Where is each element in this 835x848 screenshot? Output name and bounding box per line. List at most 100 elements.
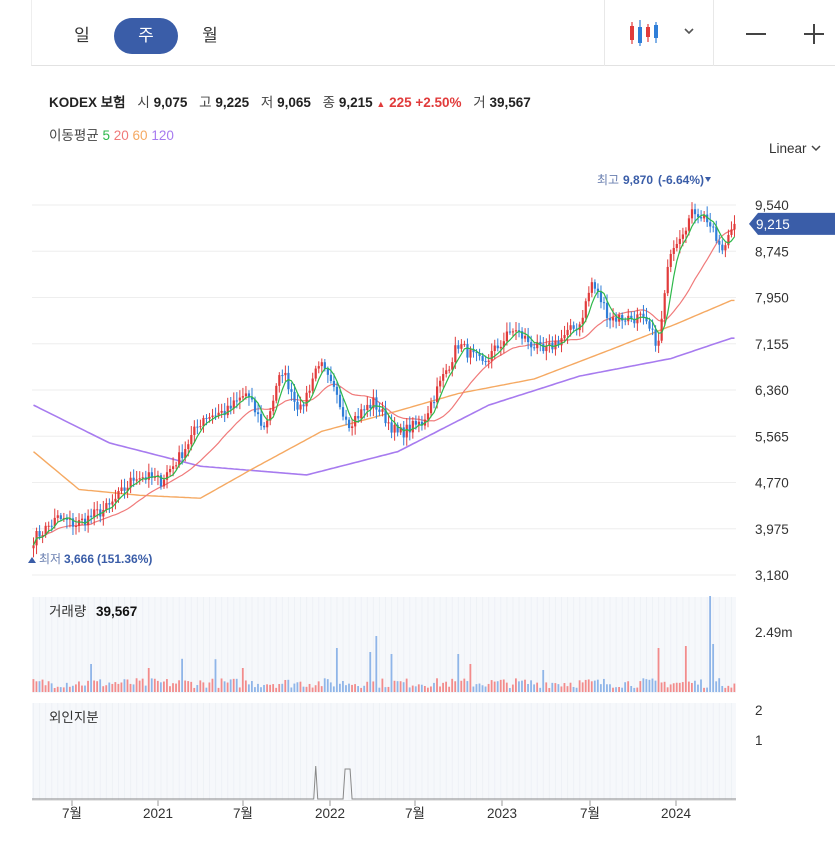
- volume-bar: [533, 684, 536, 692]
- volume-bar: [81, 685, 83, 692]
- candle-body: [199, 426, 202, 428]
- volume-bar: [621, 687, 624, 692]
- volume-bar: [269, 684, 272, 692]
- volume-bar: [603, 678, 605, 692]
- max-arrow-icon: [705, 177, 711, 182]
- volume-bar: [724, 687, 727, 692]
- ma-120: 120: [151, 128, 174, 143]
- ma60-path: [33, 299, 735, 499]
- scale-select[interactable]: Linear: [769, 141, 822, 156]
- candle-body: [59, 515, 62, 519]
- x-tick-label: 7월: [580, 806, 600, 821]
- volume-bar: [117, 683, 120, 692]
- volume-bar: [208, 682, 211, 692]
- candle-body: [357, 415, 360, 419]
- volume-bar: [381, 678, 384, 692]
- moving-average-legend[interactable]: 이동평균 5 20 60 120: [49, 124, 174, 144]
- annotations: 9,215 최고 9,870 (-6.64%) 최저 3,666 (151.36%): [28, 173, 835, 566]
- candle-body: [733, 223, 736, 230]
- volume-bar: [551, 682, 554, 692]
- volume-bar: [241, 668, 244, 692]
- candle-body: [627, 315, 630, 322]
- ma-label: 이동평균: [49, 128, 99, 143]
- volume-bar: [56, 686, 59, 692]
- candle-body: [612, 317, 615, 321]
- ma5-line: [32, 214, 735, 546]
- y-tick-label: 7,155: [755, 337, 789, 352]
- volume-bar: [369, 652, 372, 692]
- candle-body: [308, 390, 311, 393]
- volume-bar: [281, 683, 284, 692]
- volume-bar: [593, 680, 596, 692]
- candle-chart-type-button[interactable]: [624, 16, 714, 52]
- candle-body: [211, 415, 214, 418]
- zoom-out-icon[interactable]: [744, 22, 768, 46]
- volume-bar: [408, 687, 411, 692]
- volume-bar: [211, 678, 214, 692]
- volume-bar: [596, 679, 599, 692]
- volume-bar: [323, 678, 326, 692]
- candle-body: [326, 368, 329, 375]
- candle-body: [344, 416, 348, 420]
- candle-body: [181, 452, 184, 459]
- volume-panel: 거래량 39,567 2.49m: [32, 597, 793, 693]
- candle-body: [545, 345, 548, 352]
- volume-bar: [387, 686, 390, 692]
- volume-bar: [335, 648, 338, 692]
- candle-body: [129, 477, 132, 488]
- candle-body: [111, 501, 114, 505]
- volume-bar: [190, 681, 193, 692]
- candle-body: [302, 404, 305, 407]
- candle-body: [284, 372, 287, 376]
- candle-body: [47, 525, 50, 527]
- y-tick-label: 9,540: [755, 198, 789, 213]
- y-tick-label: 6,360: [755, 383, 789, 398]
- volume-bar: [65, 682, 68, 692]
- volume-bar: [44, 685, 47, 692]
- candle-body: [439, 380, 442, 387]
- tab-daily[interactable]: 일: [50, 18, 114, 54]
- volume-bar: [178, 680, 180, 692]
- x-tick-label: 2021: [143, 806, 173, 821]
- volume-bar: [339, 683, 341, 692]
- volume: 39,567: [489, 95, 531, 110]
- volume-bar: [38, 681, 41, 692]
- volume-bar: [709, 596, 712, 692]
- tab-weekly[interactable]: 주: [114, 18, 178, 54]
- candle-body: [712, 226, 715, 228]
- candle-body: [193, 426, 196, 436]
- zoom-in-icon[interactable]: [802, 22, 826, 46]
- volume-bar: [527, 683, 529, 692]
- candle-body: [633, 318, 636, 324]
- volume-bar: [727, 685, 730, 692]
- volume-bar: [612, 687, 614, 692]
- volume-bar: [469, 664, 472, 692]
- volume-bar: [636, 687, 639, 692]
- volume-bar: [41, 679, 44, 692]
- max-label: 최고: [597, 173, 619, 187]
- candle-body: [696, 214, 700, 218]
- volume-bar: [393, 680, 396, 692]
- x-tick-label: 2023: [487, 806, 517, 821]
- volume-bar: [68, 686, 71, 692]
- volume-bar: [232, 678, 235, 692]
- volume-bar: [463, 678, 466, 692]
- candle-body: [390, 422, 393, 433]
- volume-bar: [111, 683, 114, 692]
- close-price: 9,215: [338, 95, 373, 110]
- candle-body: [605, 303, 609, 319]
- volume-bar: [694, 680, 696, 692]
- candle-body: [387, 422, 390, 424]
- candle-body: [666, 266, 669, 294]
- candle-body: [90, 515, 93, 517]
- candle-body: [642, 313, 645, 317]
- tab-monthly[interactable]: 월: [178, 18, 242, 54]
- volume-bar: [266, 684, 268, 692]
- candle-body: [536, 341, 539, 349]
- candle-body: [232, 400, 235, 409]
- volume-bar: [548, 687, 551, 692]
- volume-bar: [405, 678, 408, 692]
- chevron-down-icon: [684, 28, 694, 35]
- y-tick-label: 8,745: [755, 244, 789, 259]
- candle-body: [703, 214, 706, 219]
